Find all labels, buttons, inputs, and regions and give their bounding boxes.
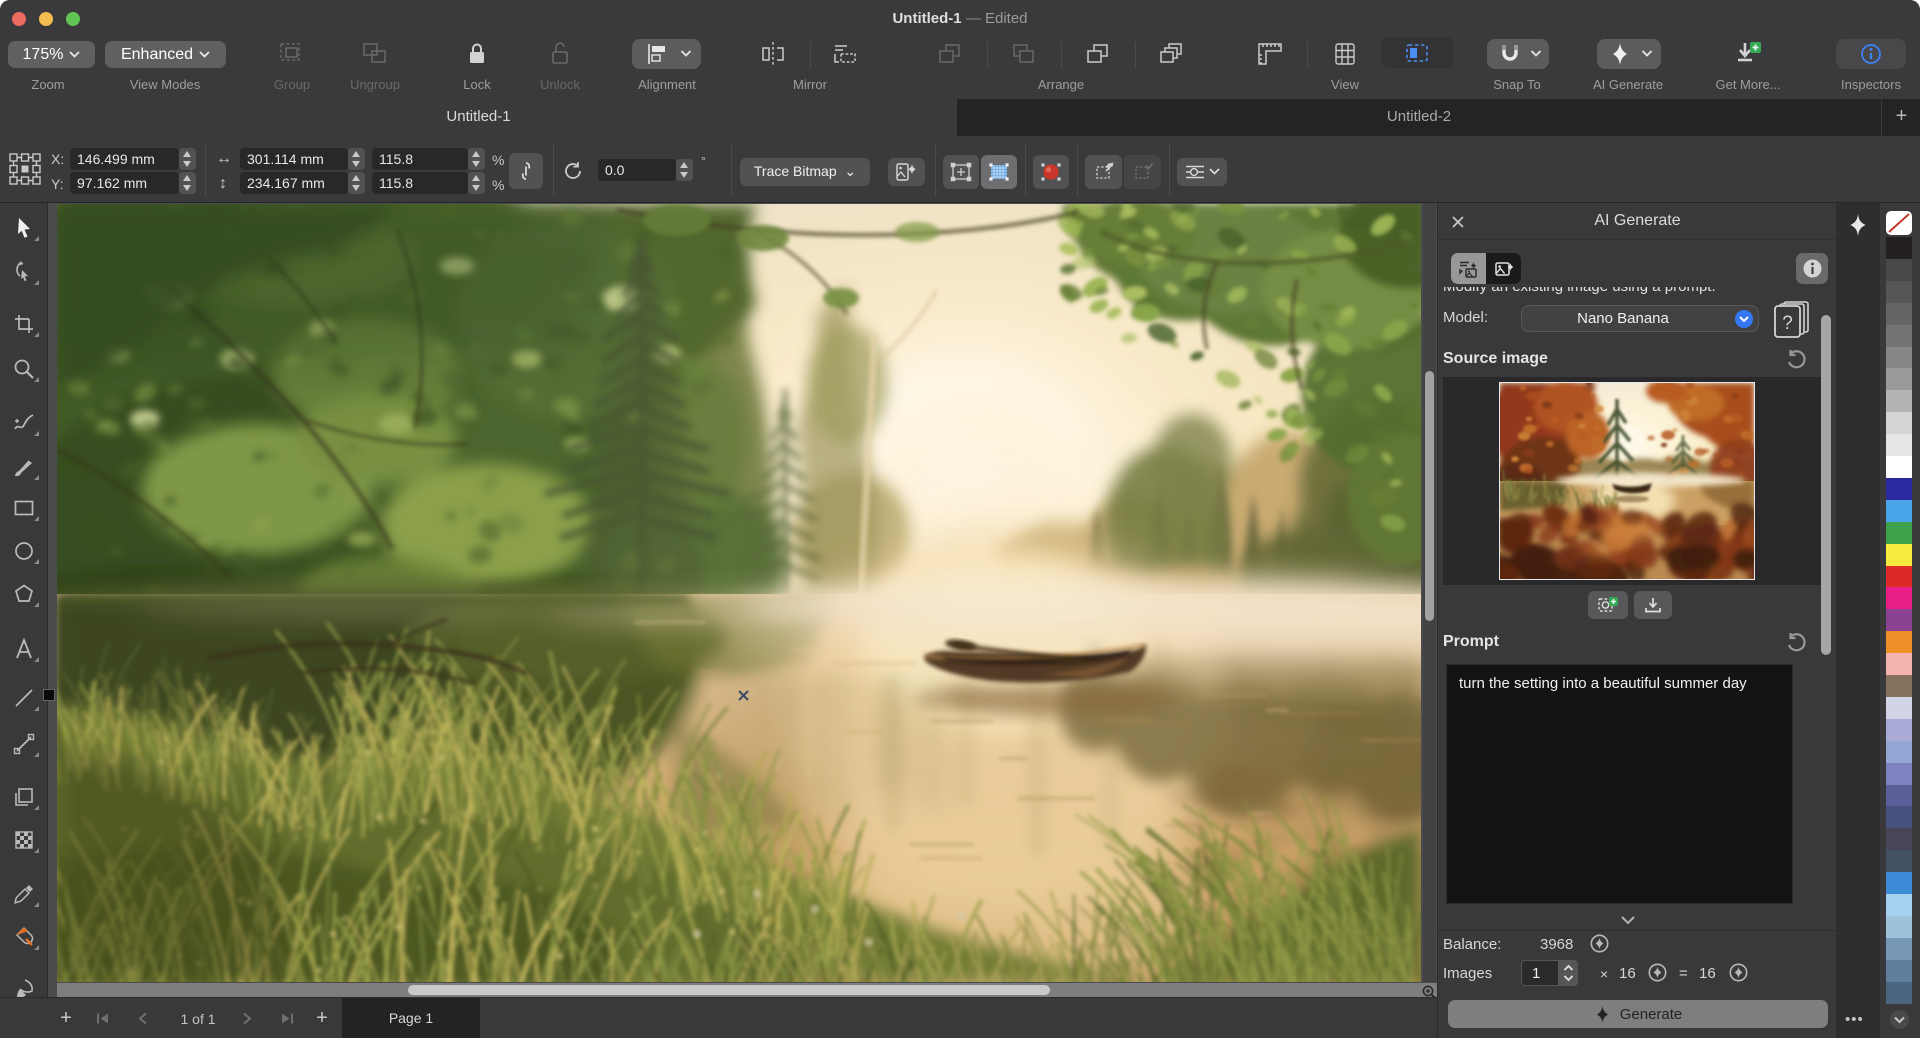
svg-text:?: ? xyxy=(1782,313,1793,334)
